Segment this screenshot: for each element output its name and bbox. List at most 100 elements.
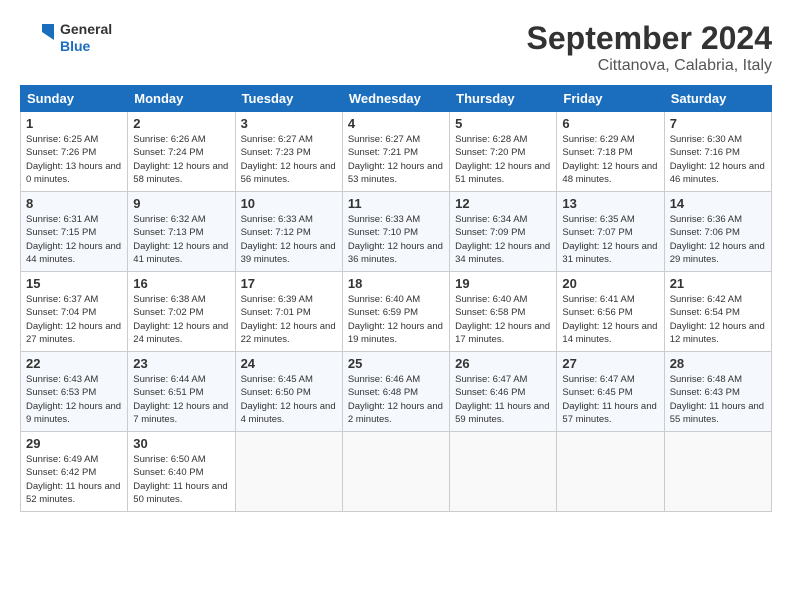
day-info: Sunrise: 6:34 AMSunset: 7:09 PMDaylight:… bbox=[455, 213, 551, 266]
day-number: 27 bbox=[562, 356, 658, 371]
day-info: Sunrise: 6:42 AMSunset: 6:54 PMDaylight:… bbox=[670, 293, 766, 346]
title-section: September 2024 Cittanova, Calabria, Ital… bbox=[527, 20, 772, 75]
day-number: 30 bbox=[133, 436, 229, 451]
calendar-cell: 16 Sunrise: 6:38 AMSunset: 7:02 PMDayligh… bbox=[128, 272, 235, 352]
calendar-cell bbox=[664, 432, 771, 512]
weekday-header-tuesday: Tuesday bbox=[235, 86, 342, 112]
logo-graphic bbox=[20, 20, 56, 56]
day-info: Sunrise: 6:36 AMSunset: 7:06 PMDaylight:… bbox=[670, 213, 766, 266]
day-info: Sunrise: 6:33 AMSunset: 7:12 PMDaylight:… bbox=[241, 213, 337, 266]
calendar-cell: 9 Sunrise: 6:32 AMSunset: 7:13 PMDaylight… bbox=[128, 192, 235, 272]
day-info: Sunrise: 6:44 AMSunset: 6:51 PMDaylight:… bbox=[133, 373, 229, 426]
day-number: 6 bbox=[562, 116, 658, 131]
month-title: September 2024 bbox=[527, 20, 772, 57]
calendar-cell: 27Sunrise: 6:47 AMSunset: 6:45 PMDayligh… bbox=[557, 352, 664, 432]
calendar-cell: 13Sunrise: 6:35 AMSunset: 7:07 PMDayligh… bbox=[557, 192, 664, 272]
location-title: Cittanova, Calabria, Italy bbox=[527, 57, 772, 75]
calendar-row-5: 29 Sunrise: 6:49 AMSunset: 6:42 PMDayligh… bbox=[21, 432, 772, 512]
day-number: 16 bbox=[133, 276, 229, 291]
day-number: 1 bbox=[26, 116, 122, 131]
day-info: Sunrise: 6:25 AMSunset: 7:26 PMDaylight:… bbox=[26, 133, 122, 186]
day-info: Sunrise: 6:49 AMSunset: 6:42 PMDaylight:… bbox=[26, 453, 122, 506]
calendar-cell: 14 Sunrise: 6:36 AMSunset: 7:06 PMDayligh… bbox=[664, 192, 771, 272]
day-info: Sunrise: 6:27 AMSunset: 7:21 PMDaylight:… bbox=[348, 133, 444, 186]
day-info: Sunrise: 6:40 AMSunset: 6:59 PMDaylight:… bbox=[348, 293, 444, 346]
logo: General Blue bbox=[20, 20, 112, 56]
weekday-header-row: SundayMondayTuesdayWednesdayThursdayFrid… bbox=[21, 86, 772, 112]
page-header: General Blue September 2024 Cittanova, C… bbox=[20, 20, 772, 75]
calendar-cell: 8 Sunrise: 6:31 AMSunset: 7:15 PMDaylight… bbox=[21, 192, 128, 272]
day-number: 13 bbox=[562, 196, 658, 211]
weekday-header-thursday: Thursday bbox=[450, 86, 557, 112]
day-info: Sunrise: 6:28 AMSunset: 7:20 PMDaylight:… bbox=[455, 133, 551, 186]
calendar-row-4: 22Sunrise: 6:43 AMSunset: 6:53 PMDayligh… bbox=[21, 352, 772, 432]
day-info: Sunrise: 6:47 AMSunset: 6:46 PMDaylight:… bbox=[455, 373, 551, 426]
day-info: Sunrise: 6:41 AMSunset: 6:56 PMDaylight:… bbox=[562, 293, 658, 346]
logo-container: General Blue bbox=[20, 20, 112, 56]
day-number: 12 bbox=[455, 196, 551, 211]
logo-text: General Blue bbox=[60, 21, 112, 55]
day-number: 23 bbox=[133, 356, 229, 371]
calendar-cell: 18 Sunrise: 6:40 AMSunset: 6:59 PMDayligh… bbox=[342, 272, 449, 352]
day-info: Sunrise: 6:45 AMSunset: 6:50 PMDaylight:… bbox=[241, 373, 337, 426]
calendar-cell: 15 Sunrise: 6:37 AMSunset: 7:04 PMDayligh… bbox=[21, 272, 128, 352]
calendar-cell: 1 Sunrise: 6:25 AMSunset: 7:26 PMDaylight… bbox=[21, 112, 128, 192]
calendar-cell: 23 Sunrise: 6:44 AMSunset: 6:51 PMDayligh… bbox=[128, 352, 235, 432]
weekday-header-monday: Monday bbox=[128, 86, 235, 112]
day-number: 14 bbox=[670, 196, 766, 211]
calendar-row-1: 1 Sunrise: 6:25 AMSunset: 7:26 PMDaylight… bbox=[21, 112, 772, 192]
day-number: 7 bbox=[670, 116, 766, 131]
day-number: 3 bbox=[241, 116, 337, 131]
day-info: Sunrise: 6:33 AMSunset: 7:10 PMDaylight:… bbox=[348, 213, 444, 266]
day-info: Sunrise: 6:50 AMSunset: 6:40 PMDaylight:… bbox=[133, 453, 229, 506]
day-info: Sunrise: 6:40 AMSunset: 6:58 PMDaylight:… bbox=[455, 293, 551, 346]
day-number: 19 bbox=[455, 276, 551, 291]
calendar-cell: 26 Sunrise: 6:47 AMSunset: 6:46 PMDayligh… bbox=[450, 352, 557, 432]
weekday-header-wednesday: Wednesday bbox=[342, 86, 449, 112]
day-info: Sunrise: 6:31 AMSunset: 7:15 PMDaylight:… bbox=[26, 213, 122, 266]
calendar-cell: 12 Sunrise: 6:34 AMSunset: 7:09 PMDayligh… bbox=[450, 192, 557, 272]
calendar-cell: 10Sunrise: 6:33 AMSunset: 7:12 PMDayligh… bbox=[235, 192, 342, 272]
calendar-cell: 3Sunrise: 6:27 AMSunset: 7:23 PMDaylight… bbox=[235, 112, 342, 192]
calendar-cell bbox=[235, 432, 342, 512]
day-info: Sunrise: 6:32 AMSunset: 7:13 PMDaylight:… bbox=[133, 213, 229, 266]
weekday-header-saturday: Saturday bbox=[664, 86, 771, 112]
calendar-cell: 20 Sunrise: 6:41 AMSunset: 6:56 PMDayligh… bbox=[557, 272, 664, 352]
day-number: 25 bbox=[348, 356, 444, 371]
logo-blue: Blue bbox=[60, 38, 112, 55]
day-info: Sunrise: 6:26 AMSunset: 7:24 PMDaylight:… bbox=[133, 133, 229, 186]
calendar-cell: 29 Sunrise: 6:49 AMSunset: 6:42 PMDayligh… bbox=[21, 432, 128, 512]
day-number: 29 bbox=[26, 436, 122, 451]
calendar-cell: 22Sunrise: 6:43 AMSunset: 6:53 PMDayligh… bbox=[21, 352, 128, 432]
day-number: 2 bbox=[133, 116, 229, 131]
day-number: 15 bbox=[26, 276, 122, 291]
day-number: 26 bbox=[455, 356, 551, 371]
calendar-cell: 2 Sunrise: 6:26 AMSunset: 7:24 PMDaylight… bbox=[128, 112, 235, 192]
calendar-table: SundayMondayTuesdayWednesdayThursdayFrid… bbox=[20, 85, 772, 512]
day-number: 9 bbox=[133, 196, 229, 211]
weekday-header-sunday: Sunday bbox=[21, 86, 128, 112]
weekday-header-friday: Friday bbox=[557, 86, 664, 112]
calendar-cell bbox=[342, 432, 449, 512]
calendar-cell: 17 Sunrise: 6:39 AMSunset: 7:01 PMDayligh… bbox=[235, 272, 342, 352]
logo-general: General bbox=[60, 21, 112, 38]
day-info: Sunrise: 6:38 AMSunset: 7:02 PMDaylight:… bbox=[133, 293, 229, 346]
calendar-cell: 5 Sunrise: 6:28 AMSunset: 7:20 PMDaylight… bbox=[450, 112, 557, 192]
day-number: 24 bbox=[241, 356, 337, 371]
calendar-row-3: 15 Sunrise: 6:37 AMSunset: 7:04 PMDayligh… bbox=[21, 272, 772, 352]
calendar-cell: 30 Sunrise: 6:50 AMSunset: 6:40 PMDayligh… bbox=[128, 432, 235, 512]
day-number: 8 bbox=[26, 196, 122, 211]
calendar-cell: 4 Sunrise: 6:27 AMSunset: 7:21 PMDaylight… bbox=[342, 112, 449, 192]
calendar-cell: 25 Sunrise: 6:46 AMSunset: 6:48 PMDayligh… bbox=[342, 352, 449, 432]
day-info: Sunrise: 6:37 AMSunset: 7:04 PMDaylight:… bbox=[26, 293, 122, 346]
calendar-cell: 21Sunrise: 6:42 AMSunset: 6:54 PMDayligh… bbox=[664, 272, 771, 352]
day-number: 18 bbox=[348, 276, 444, 291]
day-info: Sunrise: 6:46 AMSunset: 6:48 PMDaylight:… bbox=[348, 373, 444, 426]
day-number: 5 bbox=[455, 116, 551, 131]
day-number: 22 bbox=[26, 356, 122, 371]
day-number: 4 bbox=[348, 116, 444, 131]
day-number: 17 bbox=[241, 276, 337, 291]
day-info: Sunrise: 6:39 AMSunset: 7:01 PMDaylight:… bbox=[241, 293, 337, 346]
day-number: 20 bbox=[562, 276, 658, 291]
day-info: Sunrise: 6:30 AMSunset: 7:16 PMDaylight:… bbox=[670, 133, 766, 186]
